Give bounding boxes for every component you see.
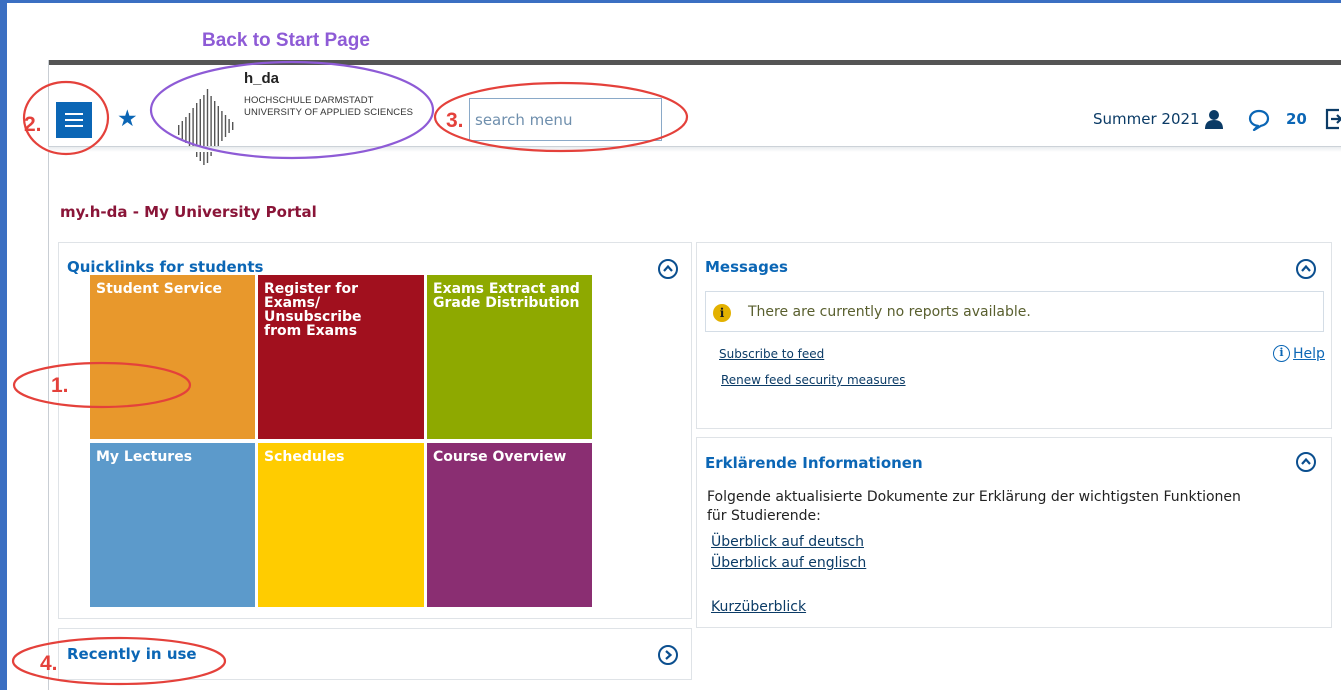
logo-bar [224,115,227,137]
logo-bar [228,119,230,133]
logo-name-line1[interactable]: HOCHSCHULE DARMSTADT [244,95,374,106]
logo-bar [181,121,183,139]
recently-title[interactable]: Recently in use [67,645,197,663]
tile-label: Register for Exams/ Unsubscribe from Exa… [264,281,362,339]
chat-bubble-icon[interactable] [1248,109,1270,131]
chevron-up-icon [1301,457,1311,465]
back-to-start-annotation: Back to Start Page [202,30,370,51]
tile-my-lectures[interactable]: My Lectures [90,443,255,607]
short-overview-link[interactable]: Kurzüberblick [711,599,806,615]
tile-exams-extract[interactable]: Exams Extract and Grade Distribution [427,275,592,439]
explanatory-title: Erklärende Informationen [705,454,923,472]
tile-register-exams[interactable]: Register for Exams/ Unsubscribe from Exa… [258,275,424,439]
search-menu-input[interactable] [469,98,662,141]
annotation-label-2: 2. [24,113,42,136]
logo-bar [214,101,216,151]
logo-bar [217,106,219,146]
quicklinks-collapse-button[interactable] [658,259,678,279]
help-link[interactable]: Help [1293,346,1325,362]
tile-student-service[interactable]: Student Service [90,275,255,439]
logo-bar [188,113,191,147]
messages-collapse-button[interactable] [1296,259,1316,279]
logo-short-name[interactable]: h_da [244,70,279,87]
user-icon[interactable] [1204,109,1224,129]
menu-icon-bar-middle [65,119,83,121]
semester-selector[interactable]: Summer 2021 [1093,110,1200,128]
logout-icon[interactable] [1325,108,1341,130]
no-reports-text: There are currently no reports available… [748,304,1031,320]
messages-panel [696,242,1332,429]
subscribe-feed-link[interactable]: Subscribe to feed [719,347,824,361]
tile-course-overview[interactable]: Course Overview [427,443,592,607]
overview-english-link[interactable]: Überblick auf englisch [711,555,866,571]
recently-expand-button[interactable] [658,645,678,665]
logo-bar [185,117,187,143]
tile-label: Exams Extract and Grade Distribution [433,281,580,311]
overview-german-link[interactable]: Überblick auf deutsch [711,534,864,550]
quicklinks-title: Quicklinks for students [67,258,264,276]
info-icon: i [713,304,731,322]
annotation-label-4: 4. [40,652,58,675]
message-count[interactable]: 20 [1286,110,1307,128]
messages-title: Messages [705,258,788,276]
logo-bar [178,125,180,135]
frame-top-border [0,0,1341,3]
tile-schedules[interactable]: Schedules [258,443,424,607]
logo-name-line2[interactable]: UNIVERSITY OF APPLIED SCIENCES [244,107,413,118]
logo-bar [203,95,205,165]
page-left-edge [48,60,49,690]
explanatory-text-line2: für Studierende: [707,508,821,524]
tile-label: Schedules [264,449,345,465]
header-top-rule [48,60,1341,65]
explanatory-collapse-button[interactable] [1296,452,1316,472]
tile-label: Student Service [96,281,222,297]
header-shadow [48,147,1341,152]
renew-feed-link[interactable]: Renew feed security measures [721,373,906,387]
tile-label: Course Overview [433,449,567,465]
menu-button[interactable] [56,102,92,138]
logo-bar [221,111,223,141]
annotation-label-3: 3. [446,109,464,132]
tile-label: My Lectures [96,449,193,465]
hda-logo-icon[interactable] [176,68,436,168]
frame-left-border [0,0,7,690]
star-icon[interactable]: ★ [117,104,138,134]
logo-bar [232,122,234,130]
annotation-label-1: 1. [51,374,69,397]
menu-icon-bar-top [65,113,83,115]
explanatory-text-line1: Folgende aktualisierte Dokumente zur Erk… [707,489,1241,505]
menu-icon-bar-bottom [65,125,83,127]
page-title: my.h-da - My University Portal [60,203,317,221]
chevron-up-icon [1301,264,1311,272]
chevron-right-icon [665,650,673,660]
chevron-up-icon [663,264,673,272]
help-info-icon[interactable]: i [1273,345,1290,362]
